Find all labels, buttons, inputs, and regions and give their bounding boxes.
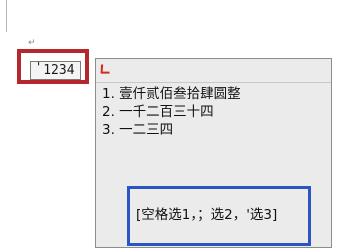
candidate-header-divider [96, 82, 331, 83]
composition-input-text: 1234 [43, 63, 75, 78]
composition-highlight-box: '1234 [17, 49, 89, 84]
sogou-logo-icon [99, 63, 111, 77]
composition-input-field[interactable]: '1234 [30, 60, 81, 80]
margin-guide-line [6, 0, 7, 32]
ime-candidate-window: 1. 壹仟贰佰叁拾肆圆整 2. 一千二百三十四 3. 一二三四 [空格选1，；选… [95, 58, 332, 248]
page-corner-mark [0, 0, 10, 32]
candidate-item-2[interactable]: 2. 一千二百三十四 [102, 103, 241, 121]
candidate-item-3[interactable]: 3. 一二三四 [102, 121, 241, 139]
composition-apostrophe: ' [35, 60, 43, 74]
paragraph-mark: ↵ [28, 38, 36, 48]
selection-hint: [空格选1，；选2，'选3] [136, 207, 278, 223]
hint-highlight-box: [空格选1，；选2，'选3] [127, 186, 311, 246]
candidate-item-1[interactable]: 1. 壹仟贰佰叁拾肆圆整 [102, 85, 241, 103]
logo-glyph [100, 64, 110, 74]
candidate-list: 1. 壹仟贰佰叁拾肆圆整 2. 一千二百三十四 3. 一二三四 [102, 85, 241, 139]
